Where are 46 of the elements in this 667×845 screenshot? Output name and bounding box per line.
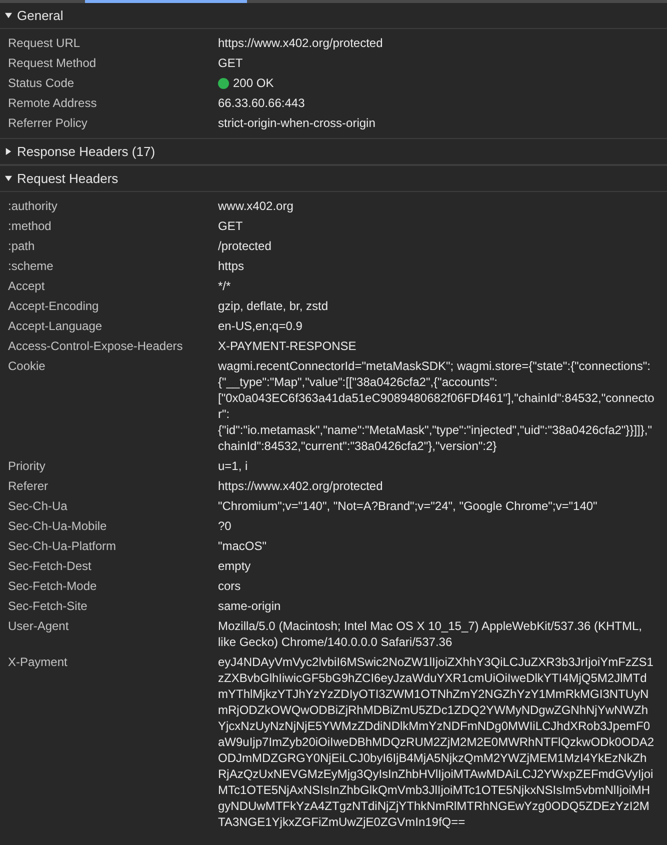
- property-value: ?0: [218, 518, 232, 534]
- property-value: www.x402.org: [218, 198, 294, 214]
- property-value: strict-origin-when-cross-origin: [218, 115, 376, 131]
- property-value: empty: [218, 558, 251, 574]
- property-name: User-Agent: [8, 618, 69, 634]
- property-name: Referrer Policy: [8, 115, 88, 131]
- property-name: Referer: [8, 478, 48, 494]
- property-name: :path: [8, 238, 35, 254]
- property-value: https://www.x402.org/protected: [218, 35, 383, 51]
- property-name: Sec-Ch-Ua-Mobile: [8, 518, 107, 534]
- property-value: cors: [218, 578, 241, 594]
- property-value: /protected: [218, 238, 272, 254]
- property-name: Remote Address: [8, 95, 97, 111]
- property-value: en-US,en;q=0.9: [218, 318, 302, 334]
- property-value: GET: [218, 55, 243, 71]
- property-name: Sec-Fetch-Site: [8, 598, 88, 614]
- property-value: u=1, i: [218, 458, 248, 474]
- property-value: same-origin: [218, 598, 281, 614]
- property-name: Status Code: [8, 75, 74, 91]
- property-name: Priority: [8, 458, 46, 474]
- status-text: 200 OK: [233, 75, 274, 91]
- property-value: GET: [218, 218, 243, 234]
- property-name: Request URL: [8, 35, 80, 51]
- property-value: 66.33.60.66:443: [218, 95, 305, 111]
- property-value: https://www.x402.org/protected: [218, 478, 383, 494]
- property-name: Sec-Ch-Ua: [8, 498, 68, 514]
- property-value: */*: [218, 278, 231, 294]
- property-name: Request Method: [8, 55, 96, 71]
- property-name: Sec-Ch-Ua-Platform: [8, 538, 116, 554]
- property-name: :authority: [8, 198, 58, 214]
- property-name: Accept: [8, 278, 45, 294]
- property-value: "macOS": [218, 538, 267, 554]
- property-name: Sec-Fetch-Dest: [8, 558, 92, 574]
- property-name: Sec-Fetch-Mode: [8, 578, 97, 594]
- property-value: X-PAYMENT-RESPONSE: [218, 338, 356, 354]
- property-name: Accept-Encoding: [8, 298, 99, 314]
- property-name: Cookie: [8, 358, 46, 374]
- property-value: "Chromium";v="140", "Not=A?Brand";v="24", "Google Chrome";v="140": [218, 498, 598, 514]
- property-name: X-Payment: [8, 654, 68, 670]
- property-name: :method: [8, 218, 52, 234]
- property-name: Access-Control-Expose-Headers: [8, 338, 183, 354]
- property-name: Accept-Language: [8, 318, 102, 334]
- property-value: https: [218, 258, 244, 274]
- property-value: eyJ4NDAyVmVyc2lvbiI6MSwic2NoZW1lIjoiZXhhY3QiLCJuZXR3b3JrIjoiYmFzZS1zZXBvbGlhIiwicGF5bG9hZCI6eyJzaWduYXR1cmUiOiIweDlkYTI4MjQ5M2JlMTdmYThlMjkzYTJhYzYzZDIyOTI3ZWM1OTNhZmY2NGZhYzY1MmRkMGI3NTUyNmRjODZkOWQwODBiZjRhMDBiZmU5ZDc1ZDQ2YWMyNDgwZGNhNjYwNWZhYjcxNzUyNzNjNjE5YWMzZDdiNDlkMmYzNDFmNDg0MWIiLCJhdXRob3JpemF0aW9uIjp7ImZyb20iOiIweDBhMDQzRUM2ZjM2M2E0MWRhNTFlQzkwODk0ODA2ODJmMDZGRGY0NjEiLCJ0byI6IjB4MjA5NjkzQmM2YWZjMEM1MzI4YkEzNkZhRjAzQzUxNEVGMzEyMjg3QyIsInZhbHVlIjoiMTAwMDAiLCJ2YWxpZEFmdGVyIjoiMTc1OTE5NjAxNSIsInZhbGlkQmVmb3JlIjoiMTc1OTE5NjkxNSIsIm5vbmNlIjoiMHgyNDUwMTFkYzA4ZTgzNTdiNjZjYThkNmRlMTRhNGEwYzg0ODQ5ZDEzYzI2MTA3NGE1YjkxZGFiZmUwZjE0ZGVmIn19fQ==: [218, 654, 655, 830]
- property-value: gzip, deflate, br, zstd: [218, 298, 328, 314]
- property-name: :scheme: [8, 258, 54, 274]
